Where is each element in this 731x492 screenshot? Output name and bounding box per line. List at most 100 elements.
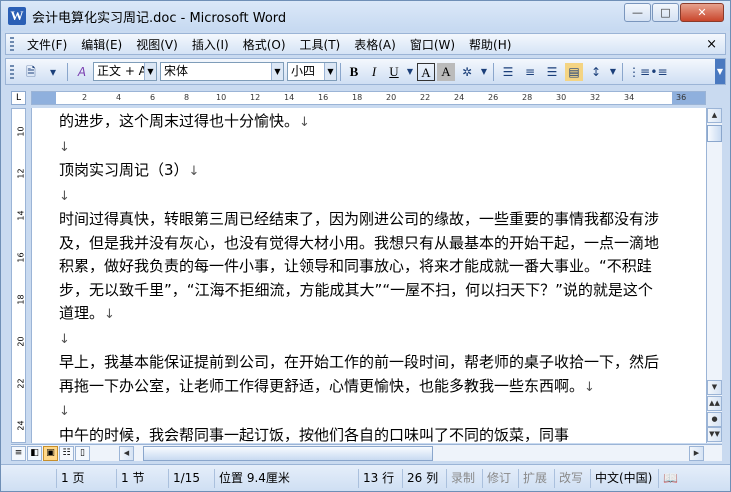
document-text[interactable]: 的进步，这个周末过得也十分愉快。↓ ↓ 顶岗实习周记（3）↓ ↓ 时间过得真快，… (59, 108, 664, 443)
view-and-horizontal-scroll-bar: ≡ ◧ ▣ ☷ ▯ ◀ ▶ (11, 444, 722, 461)
status-page-count: 1/15 (169, 468, 215, 488)
vertical-scroll-thumb[interactable] (707, 125, 722, 142)
scroll-up-icon[interactable]: ▲ (707, 108, 722, 123)
line-spacing-options-icon[interactable]: ▼ (609, 63, 617, 81)
menu-format[interactable]: 格式(O) (236, 36, 293, 53)
web-layout-view-icon[interactable]: ◧ (27, 445, 42, 461)
ruler-mark: 30 (556, 93, 567, 102)
toolbar-overflow-icon[interactable]: ▼ (715, 59, 725, 84)
status-bar: 1 页 1 节 1/15 位置 9.4厘米 13 行 26 列 录制 修订 扩展… (1, 464, 730, 491)
vertical-ruler[interactable]: 10 12 14 16 18 20 22 24 (11, 108, 26, 443)
menu-grip-handle[interactable] (10, 37, 14, 51)
chevron-down-icon[interactable]: ▼ (271, 63, 283, 80)
ruler-mark: 2 (82, 93, 88, 102)
chevron-down-icon[interactable]: ▼ (144, 63, 156, 80)
vruler-mark: 18 (16, 294, 26, 305)
extend-selection-indicator[interactable]: 扩展 (519, 468, 555, 488)
record-macro-indicator[interactable]: 录制 (447, 468, 483, 488)
numbering-icon[interactable]: ⋮≡ (628, 63, 650, 81)
ruler-mark: 14 (284, 93, 295, 102)
bullets-icon[interactable]: •≡ (650, 63, 668, 81)
underline-button[interactable]: U (385, 63, 403, 81)
vruler-mark: 16 (16, 252, 26, 263)
chevron-down-icon[interactable]: ▼ (324, 63, 336, 80)
italic-button[interactable]: I (365, 63, 383, 81)
menu-view[interactable]: 视图(V) (129, 36, 185, 53)
document-page[interactable]: 的进步，这个周末过得也十分愉快。↓ ↓ 顶岗实习周记（3）↓ ↓ 时间过得真快，… (31, 108, 706, 443)
character-border-button[interactable]: A (417, 62, 435, 81)
paragraph: 时间过得真快，转眼第三周已经结束了，因为刚进公司的缘故，一些重要的事情我都没有涉… (59, 210, 660, 322)
menu-help[interactable]: 帮助(H) (462, 36, 518, 53)
menu-table[interactable]: 表格(A) (347, 36, 403, 53)
menu-file[interactable]: 文件(F) (20, 36, 74, 53)
previous-page-icon[interactable]: ▲▲ (707, 396, 722, 411)
outline-view-icon[interactable]: ☷ (59, 445, 74, 461)
ruler-mark: 10 (216, 93, 227, 102)
horizontal-ruler[interactable]: 2 4 6 8 10 12 14 16 18 20 22 24 26 28 30… (31, 91, 706, 105)
style-select[interactable]: 正文 + Aria ▼ (93, 62, 157, 81)
tab-selector[interactable]: L (11, 91, 26, 105)
vruler-mark: 20 (16, 336, 26, 347)
status-position: 位置 9.4厘米 (215, 468, 359, 488)
print-layout-view-icon[interactable]: ▣ (43, 445, 58, 461)
menu-insert[interactable]: 插入(I) (185, 36, 236, 53)
menu-window[interactable]: 窗口(W) (403, 36, 462, 53)
underline-options-icon[interactable]: ▼ (406, 63, 414, 81)
close-button[interactable]: ✕ (680, 3, 724, 22)
ruler-mark: 18 (352, 93, 363, 102)
status-section: 1 节 (117, 468, 169, 488)
menu-edit[interactable]: 编辑(E) (74, 36, 129, 53)
styles-formatting-icon[interactable]: A (73, 63, 91, 81)
font-select-value: 宋体 (164, 64, 189, 78)
toolbar-separator (493, 62, 494, 81)
formatting-toolbar: 🗎 ▾ A 正文 + Aria ▼ 宋体 ▼ 小四 ▼ B I U ▼ A A … (5, 58, 726, 85)
paragraph: 早上，我基本能保证提前到公司，在开始工作的前一段时间，帮老师的桌子收拾一下，然后… (59, 353, 660, 395)
ruler-mark: 32 (590, 93, 601, 102)
font-size-select[interactable]: 小四 ▼ (287, 62, 337, 81)
vertical-scrollbar[interactable]: ▲ ▼ ▲▲ ● ▼▼ (706, 108, 722, 443)
ruler-mark: 16 (318, 93, 329, 102)
vruler-mark: 14 (16, 210, 26, 221)
justify-icon[interactable]: ▤ (565, 62, 583, 81)
menu-tools[interactable]: 工具(T) (293, 36, 348, 53)
ruler-left-margin (32, 92, 56, 104)
select-browse-object-icon[interactable]: ● (707, 412, 722, 427)
font-select[interactable]: 宋体 ▼ (160, 62, 284, 81)
minimize-button[interactable]: — (624, 3, 651, 22)
scroll-right-icon[interactable]: ▶ (689, 446, 704, 461)
character-shading-button[interactable]: A (437, 62, 455, 81)
vruler-mark: 24 (16, 420, 26, 431)
align-left-icon[interactable]: ☰ (499, 63, 517, 81)
language-indicator[interactable]: 中文(中国) (591, 468, 659, 488)
overtype-indicator[interactable]: 改写 (555, 468, 591, 488)
status-page (1, 468, 57, 488)
maximize-button[interactable]: □ (652, 3, 679, 22)
line-spacing-icon[interactable]: ↕ (587, 63, 605, 81)
character-scaling-icon[interactable]: ✲ (458, 63, 476, 81)
bold-button[interactable]: B (345, 63, 363, 81)
word-app-icon[interactable]: W (8, 7, 26, 25)
ruler-mark: 22 (420, 93, 431, 102)
toolbar-grip-handle[interactable] (10, 64, 14, 79)
heading-paragraph: 顶岗实习周记（3）↓ (59, 161, 200, 179)
scroll-down-icon[interactable]: ▼ (707, 380, 722, 395)
next-page-icon[interactable]: ▼▼ (707, 427, 722, 442)
close-document-button[interactable]: × (706, 37, 717, 52)
toolbar-options-icon[interactable]: ▾ (44, 63, 62, 81)
scroll-left-icon[interactable]: ◀ (119, 446, 134, 461)
scaling-options-icon[interactable]: ▼ (480, 63, 488, 81)
ruler-mark: 20 (386, 93, 397, 102)
normal-view-icon[interactable]: ≡ (11, 445, 26, 461)
align-center-icon[interactable]: ≡ (521, 63, 539, 81)
track-changes-indicator[interactable]: 修订 (483, 468, 519, 488)
horizontal-scrollbar[interactable]: ◀ ▶ (119, 446, 704, 461)
title-bar: W 会计电算化实习周记.doc - Microsoft Word — □ ✕ (1, 1, 730, 31)
window-title: 会计电算化实习周记.doc - Microsoft Word (32, 10, 287, 26)
align-right-icon[interactable]: ☰ (543, 63, 561, 81)
font-size-value: 小四 (291, 64, 316, 78)
new-document-icon[interactable]: 🗎 (22, 63, 40, 81)
reading-layout-view-icon[interactable]: ▯ (75, 445, 90, 461)
spelling-status-icon[interactable]: 📖 (659, 469, 681, 488)
horizontal-scroll-thumb[interactable] (143, 446, 433, 461)
ruler-mark: 24 (454, 93, 465, 102)
